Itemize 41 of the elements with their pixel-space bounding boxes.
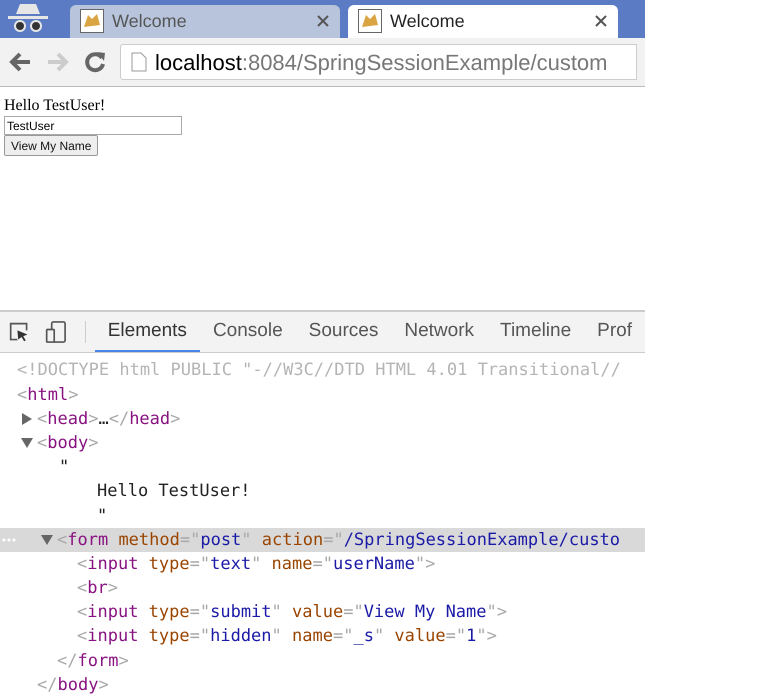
text-node-line: " [97, 506, 108, 526]
tab-logo-icon [80, 9, 104, 34]
devtools-tab[interactable]: Console [200, 312, 296, 352]
devtools-tab[interactable]: Prof [584, 312, 645, 352]
devtools-tab[interactable]: Sources [296, 312, 392, 352]
address-bar[interactable]: localhost:8084/SpringSessionExample/custom [120, 44, 637, 80]
code-line: <form method="post" action="/SpringSessionExample/custo [57, 530, 620, 550]
view-name-button[interactable]: View My Name [4, 135, 98, 156]
greeting-text: Hello TestUser! [4, 96, 106, 116]
code-line: <html> [17, 384, 78, 405]
browser-tab[interactable]: Welcome [348, 4, 618, 38]
devtools-tab[interactable]: Network [391, 312, 488, 352]
expand-triangle-icon[interactable] [21, 412, 33, 425]
url-text: localhost:8084/SpringSessionExample/custom [155, 48, 608, 77]
close-icon[interactable] [594, 14, 608, 28]
code-line: <!DOCTYPE html PUBLIC "-//W3C//DTD HTML 4.01 Transitional// [17, 360, 621, 380]
code-line: <input type="submit" value="View My Name"> [77, 602, 507, 622]
code-line: </body> [37, 674, 109, 695]
collapse-triangle-icon[interactable] [41, 534, 53, 546]
more-dots-icon[interactable] [2, 538, 16, 542]
close-icon[interactable] [316, 14, 330, 28]
text-node-line: " [59, 457, 70, 478]
tab-title: Welcome [112, 10, 188, 33]
code-line: <body> [37, 432, 98, 453]
tab-title: Welcome [390, 10, 466, 33]
back-icon[interactable] [8, 51, 32, 74]
reload-icon[interactable] [84, 51, 106, 74]
devtools-tab[interactable]: Elements [94, 312, 200, 352]
collapse-triangle-icon[interactable] [21, 436, 33, 449]
name-field[interactable]: TestUser [4, 116, 182, 136]
code-line: <input type="hidden" name="_s" value="1"> [77, 626, 497, 646]
page-icon [131, 52, 147, 72]
code-line: <head>…</head> [37, 408, 180, 429]
code-line: <input type="text" name="userName"> [77, 554, 436, 574]
code-line: <br> [77, 578, 118, 598]
text-node-line: Hello TestUser! [97, 481, 251, 502]
code-line: </form> [57, 650, 129, 671]
devtools-tab[interactable]: Timeline [487, 312, 584, 352]
device-icon[interactable] [45, 319, 67, 346]
tab-logo-icon [358, 9, 382, 34]
browser-tab[interactable]: Welcome [70, 4, 340, 38]
